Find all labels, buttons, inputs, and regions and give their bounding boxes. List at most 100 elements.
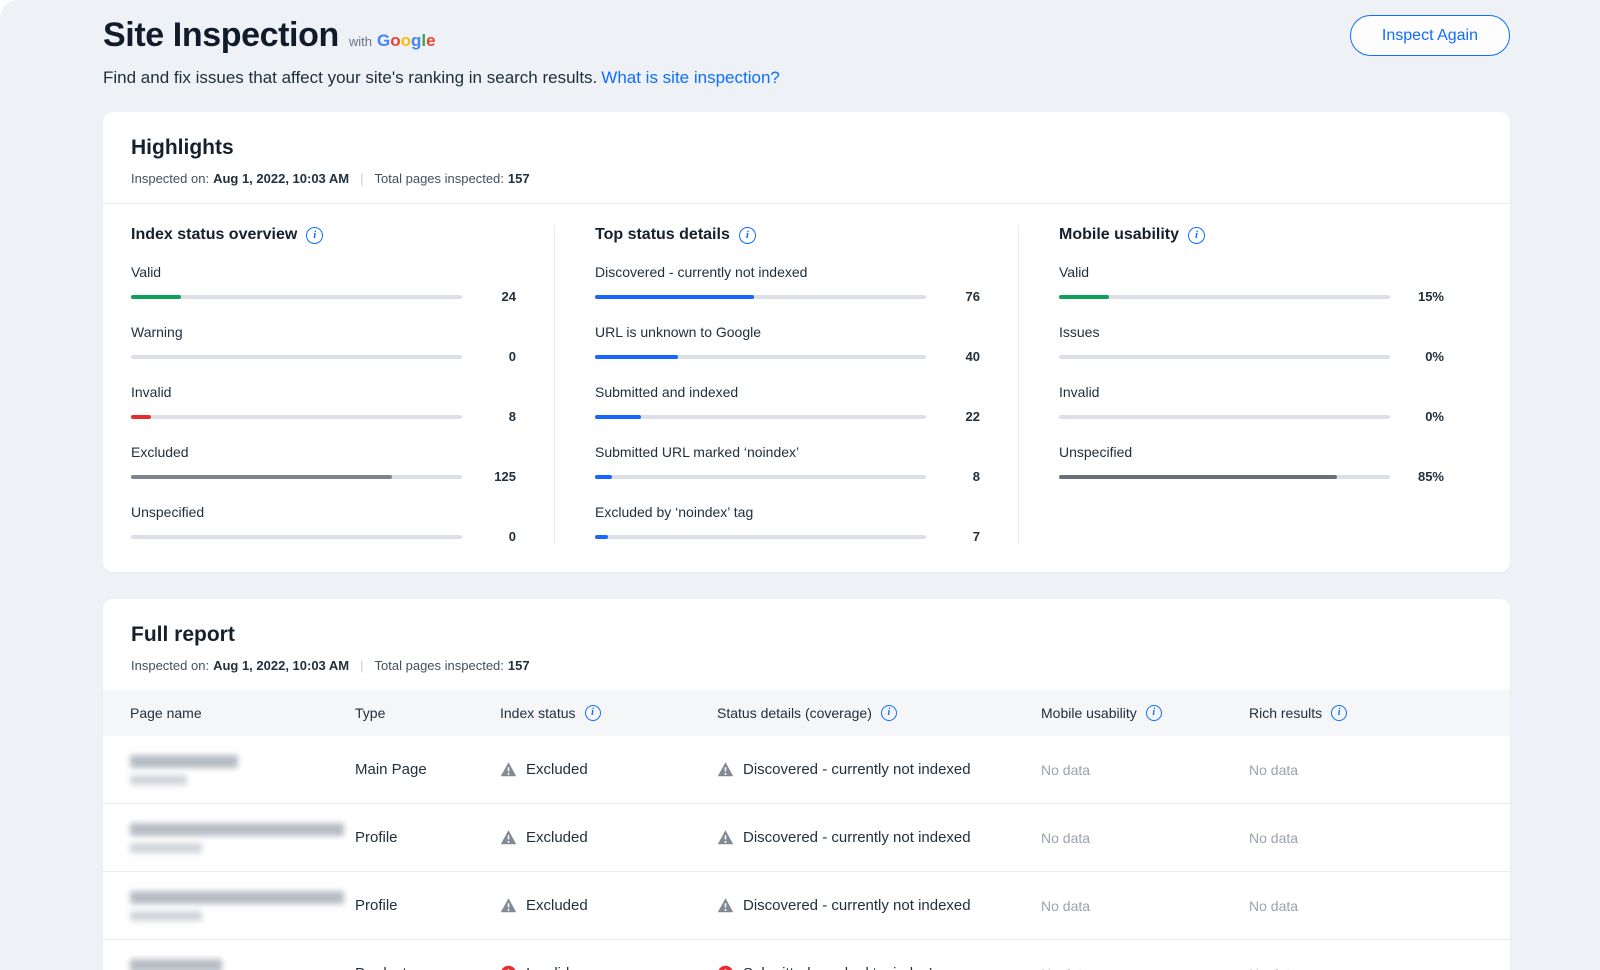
stat-label: Excluded by ‘noindex’ tag — [595, 504, 980, 520]
stat-bar-fill — [595, 535, 608, 539]
stat-value: 22 — [942, 409, 980, 424]
index-status-cell: Invalid — [500, 965, 717, 970]
stat-bar-fill — [131, 295, 181, 299]
full-report-header: Full report Inspected on:Aug 1, 2022, 10… — [103, 599, 1510, 690]
column-title: Index status overview — [131, 226, 297, 244]
stat-row: URL is unknown to Google 40 — [595, 324, 980, 364]
column-title: Top status details — [595, 226, 730, 244]
total-pages-value: 157 — [508, 171, 530, 186]
stat-bar-track — [595, 355, 926, 359]
stat-label: Issues — [1059, 324, 1444, 340]
column-title: Mobile usability — [1059, 226, 1179, 244]
stat-bar-track — [131, 355, 462, 359]
google-letter: g — [411, 31, 421, 50]
stat-bar-track — [1059, 295, 1390, 299]
stat-bar-row: 0% — [1059, 409, 1444, 424]
stat-bar-fill — [131, 475, 392, 479]
status-details-label: Discovered - currently not indexed — [743, 829, 971, 846]
stat-bar-row: 8 — [595, 469, 980, 484]
google-letter: o — [401, 31, 411, 50]
google-letter: e — [426, 31, 435, 50]
stat-row: Valid 24 — [131, 264, 516, 304]
full-report-meta: Inspected on:Aug 1, 2022, 10:03 AM|Total… — [131, 658, 1482, 673]
rich-results-cell: No data — [1249, 966, 1510, 970]
info-icon[interactable]: i — [306, 227, 323, 244]
report-table-header: Page name Type Index status i Status det… — [103, 690, 1510, 736]
stat-row: Submitted URL marked ‘noindex’ 8 — [595, 444, 980, 484]
stat-bar-track — [1059, 415, 1390, 419]
index-status-label: Excluded — [526, 829, 588, 846]
meta-separator: | — [360, 658, 363, 673]
stat-bar-track — [595, 535, 926, 539]
stat-row: Excluded 125 — [131, 444, 516, 484]
stat-bar-fill — [131, 415, 151, 419]
stat-bar-fill — [595, 415, 641, 419]
info-icon[interactable]: i — [739, 227, 756, 244]
stat-label: Discovered - currently not indexed — [595, 264, 980, 280]
stat-bar-track — [131, 535, 462, 539]
column-header: Mobile usability i — [1041, 705, 1249, 721]
inspect-again-button[interactable]: Inspect Again — [1350, 15, 1510, 56]
column-header: Page name — [103, 705, 355, 721]
stat-value: 15% — [1406, 289, 1444, 304]
warning-icon — [717, 761, 734, 778]
status-details-label: Discovered - currently not indexed — [743, 897, 971, 914]
index-status-cell: Excluded — [500, 761, 717, 778]
stat-bar-track — [1059, 355, 1390, 359]
column-title-row: Index status overview i — [131, 226, 516, 244]
page-name-cell — [103, 891, 355, 921]
stat-label: Invalid — [1059, 384, 1444, 400]
column-header-label: Type — [355, 705, 385, 721]
stat-bar-track — [595, 295, 926, 299]
stat-row: Invalid 0% — [1059, 384, 1444, 424]
blurred-page-name — [130, 823, 344, 836]
stat-bar-row: 0% — [1059, 349, 1444, 364]
blurred-page-url — [130, 775, 187, 785]
report-table-body: Main Page Excluded Discovered - currentl… — [103, 736, 1510, 970]
info-icon[interactable]: i — [1146, 705, 1162, 721]
table-row: Profile Excluded Discovered - currently … — [103, 872, 1510, 940]
meta-separator: | — [360, 171, 363, 186]
blurred-page-name — [130, 891, 344, 904]
stat-bar-row: 24 — [131, 289, 516, 304]
what-is-site-inspection-link[interactable]: What is site inspection? — [601, 68, 780, 87]
mobile-usability-cell: No data — [1041, 830, 1249, 846]
stat-row: Warning 0 — [131, 324, 516, 364]
stat-row: Issues 0% — [1059, 324, 1444, 364]
stat-label: Unspecified — [131, 504, 516, 520]
page-type-cell: Profile — [355, 829, 500, 846]
column-header-label: Index status — [500, 705, 576, 721]
total-pages-value: 157 — [508, 658, 530, 673]
table-row: Profile Excluded Discovered - currently … — [103, 804, 1510, 872]
stat-list: Valid 24 Warning 0 Invalid 8 Excluded 12… — [131, 264, 516, 544]
info-icon[interactable]: i — [1188, 227, 1205, 244]
inspected-on-label: Inspected on: — [131, 658, 209, 673]
stat-value: 8 — [478, 409, 516, 424]
column-header: Status details (coverage) i — [717, 705, 1041, 721]
stat-label: Submitted URL marked ‘noindex’ — [595, 444, 980, 460]
with-label: with — [349, 34, 372, 49]
blurred-page-url — [130, 911, 202, 921]
page-background: Site Inspection with Google Find and fix… — [0, 0, 1600, 970]
error-icon — [717, 965, 734, 970]
inspected-on-value: Aug 1, 2022, 10:03 AM — [213, 171, 349, 186]
stat-list: Discovered - currently not indexed 76 UR… — [595, 264, 980, 544]
column-header: Type — [355, 705, 500, 721]
highlights-columns: Index status overview i Valid 24 Warning… — [103, 204, 1510, 572]
stat-bar-row: 0 — [131, 349, 516, 364]
blurred-page-name — [130, 755, 238, 768]
table-row: Product Invalid Submitted, marked ‘noind… — [103, 940, 1510, 970]
stat-label: Valid — [131, 264, 516, 280]
info-icon[interactable]: i — [881, 705, 897, 721]
error-icon — [500, 965, 517, 970]
info-icon[interactable]: i — [585, 705, 601, 721]
info-icon[interactable]: i — [1331, 705, 1347, 721]
stat-bar-fill — [595, 475, 612, 479]
page-type-cell: Main Page — [355, 761, 500, 778]
index-status-cell: Excluded — [500, 829, 717, 846]
stat-list: Valid 15% Issues 0% Invalid 0% Unspecifi… — [1059, 264, 1444, 484]
blurred-page-name — [130, 959, 222, 970]
title-row: Site Inspection with Google — [103, 16, 1510, 55]
stat-label: Unspecified — [1059, 444, 1444, 460]
stat-row: Invalid 8 — [131, 384, 516, 424]
